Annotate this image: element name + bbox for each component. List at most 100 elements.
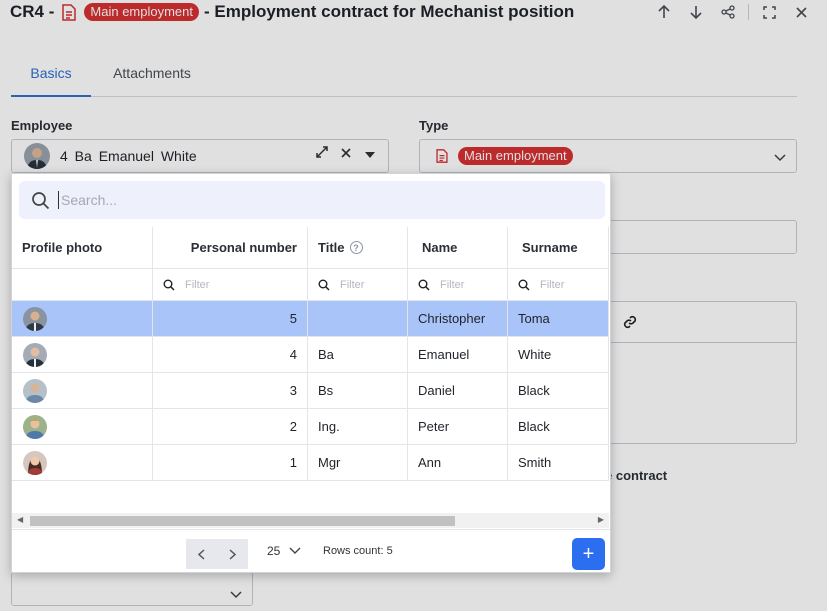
link-icon[interactable] xyxy=(623,315,637,334)
filter-name[interactable]: Filter xyxy=(408,269,508,301)
dropdown-caret-icon[interactable] xyxy=(358,146,382,161)
table-row-photo[interactable] xyxy=(12,301,153,337)
search-bar xyxy=(19,181,605,219)
column-header-surname[interactable]: Surname xyxy=(508,227,609,269)
column-header-title-label: Title xyxy=(318,240,345,255)
search-icon xyxy=(163,279,175,291)
table-row-photo[interactable] xyxy=(12,373,153,409)
arrow-down-icon[interactable] xyxy=(680,2,712,22)
avatar xyxy=(24,143,50,169)
employee-value: 4 Ba Emanuel White xyxy=(60,148,197,164)
employee-label: Employee xyxy=(11,118,73,133)
table-cell-name[interactable]: Emanuel xyxy=(408,337,508,373)
table-cell-title[interactable]: Ba xyxy=(308,337,408,373)
table-cell-surname[interactable]: White xyxy=(508,337,609,373)
tab-basics[interactable]: Basics xyxy=(11,58,91,97)
record-code: CR4 - xyxy=(10,2,55,21)
search-input[interactable] xyxy=(58,191,558,209)
type-badge: Main employment xyxy=(84,3,200,21)
table-cell-name[interactable]: Ann xyxy=(408,445,508,481)
record-header: CR4 - Main employment - Employment contr… xyxy=(10,0,817,24)
arrow-up-icon[interactable] xyxy=(648,2,680,22)
employee-picker-popup: Profile photo Personal number Title ? Na… xyxy=(11,173,611,573)
expand-icon[interactable] xyxy=(310,146,334,161)
table-cell-title[interactable]: Ing. xyxy=(308,409,408,445)
avatar xyxy=(23,450,47,475)
chevron-down-icon xyxy=(230,586,242,604)
page-size-value: 25 xyxy=(267,544,281,558)
form-select[interactable] xyxy=(11,572,253,606)
tab-bar: Basics Attachments xyxy=(11,58,797,97)
close-icon[interactable] xyxy=(785,2,817,22)
chevron-left-icon xyxy=(198,548,205,560)
type-value-badge: Main employment xyxy=(458,147,573,165)
table-cell-surname[interactable]: Black xyxy=(508,409,609,445)
table-row-photo[interactable] xyxy=(12,337,153,373)
table-cell-number[interactable]: 4 xyxy=(153,337,308,373)
table-cell-number[interactable]: 5 xyxy=(153,301,308,337)
header-divider xyxy=(748,4,749,20)
employee-field[interactable]: 4 Ba Emanuel White xyxy=(11,139,389,173)
scroll-left-icon[interactable]: ◀ xyxy=(17,515,23,524)
filter-title[interactable]: Filter xyxy=(308,269,408,301)
filter-personal-number[interactable]: Filter xyxy=(153,269,308,301)
table-cell-number[interactable]: 1 xyxy=(153,445,308,481)
filter-cell-empty xyxy=(12,269,153,301)
table-cell-title[interactable]: Mgr xyxy=(308,445,408,481)
avatar xyxy=(23,378,47,403)
add-button[interactable]: + xyxy=(572,538,605,570)
column-header-name[interactable]: Name xyxy=(408,227,508,269)
fullscreen-icon[interactable] xyxy=(753,2,785,22)
next-page-button[interactable] xyxy=(217,539,248,569)
search-icon xyxy=(318,279,330,291)
column-header-personal-number[interactable]: Personal number xyxy=(153,227,308,269)
column-header-profile-photo[interactable]: Profile photo xyxy=(12,227,153,269)
table-cell-surname[interactable]: Toma xyxy=(508,301,609,337)
horizontal-scrollbar[interactable]: ◀ ▶ xyxy=(12,513,609,528)
document-icon xyxy=(436,149,448,163)
scrollbar-thumb[interactable] xyxy=(30,516,455,526)
filter-placeholder: Filter xyxy=(540,278,565,291)
table-row-photo[interactable] xyxy=(12,409,153,445)
header-actions xyxy=(648,2,817,22)
field-label-partial: e contract xyxy=(605,468,668,483)
chevron-down-icon xyxy=(774,149,786,167)
table-cell-title[interactable] xyxy=(308,301,408,337)
table-cell-number[interactable]: 2 xyxy=(153,409,308,445)
scroll-right-icon[interactable]: ▶ xyxy=(598,515,604,524)
table-cell-surname[interactable]: Smith xyxy=(508,445,609,481)
search-icon xyxy=(418,279,430,291)
previous-page-button[interactable] xyxy=(186,539,217,569)
rows-count: Rows count: 5 xyxy=(323,545,393,557)
avatar xyxy=(23,414,47,439)
table-cell-name[interactable]: Daniel xyxy=(408,373,508,409)
table-cell-surname[interactable]: Black xyxy=(508,373,609,409)
document-icon xyxy=(62,3,77,21)
employee-field-tools xyxy=(310,146,382,161)
search-icon xyxy=(31,191,50,210)
filter-surname[interactable]: Filter xyxy=(508,269,609,301)
filter-placeholder: Filter xyxy=(440,278,465,291)
employee-table: Profile photo Personal number Title ? Na… xyxy=(12,227,609,514)
page-size-select[interactable]: 25 xyxy=(267,544,301,558)
share-icon[interactable] xyxy=(712,2,744,22)
avatar xyxy=(23,306,47,331)
column-header-title[interactable]: Title ? xyxy=(308,227,408,269)
chevron-down-icon xyxy=(289,547,301,554)
table-row-photo[interactable] xyxy=(12,445,153,481)
table-cell-title[interactable]: Bs xyxy=(308,373,408,409)
table-cell-name[interactable]: Peter xyxy=(408,409,508,445)
avatar xyxy=(23,342,47,367)
table-cell-number[interactable]: 3 xyxy=(153,373,308,409)
clear-icon[interactable] xyxy=(334,146,358,161)
help-icon[interactable]: ? xyxy=(349,241,363,254)
chevron-right-icon xyxy=(229,548,236,560)
table-footer: 25 Rows count: 5 + xyxy=(12,529,610,573)
tab-attachments[interactable]: Attachments xyxy=(103,58,201,97)
filter-placeholder: Filter xyxy=(185,278,210,291)
table-cell-name[interactable]: Christopher xyxy=(408,301,508,337)
filter-placeholder: Filter xyxy=(340,278,365,291)
record-title: - Employment contract for Mechanist posi… xyxy=(204,2,575,21)
search-icon xyxy=(518,279,530,291)
type-select[interactable]: Main employment xyxy=(419,139,797,173)
